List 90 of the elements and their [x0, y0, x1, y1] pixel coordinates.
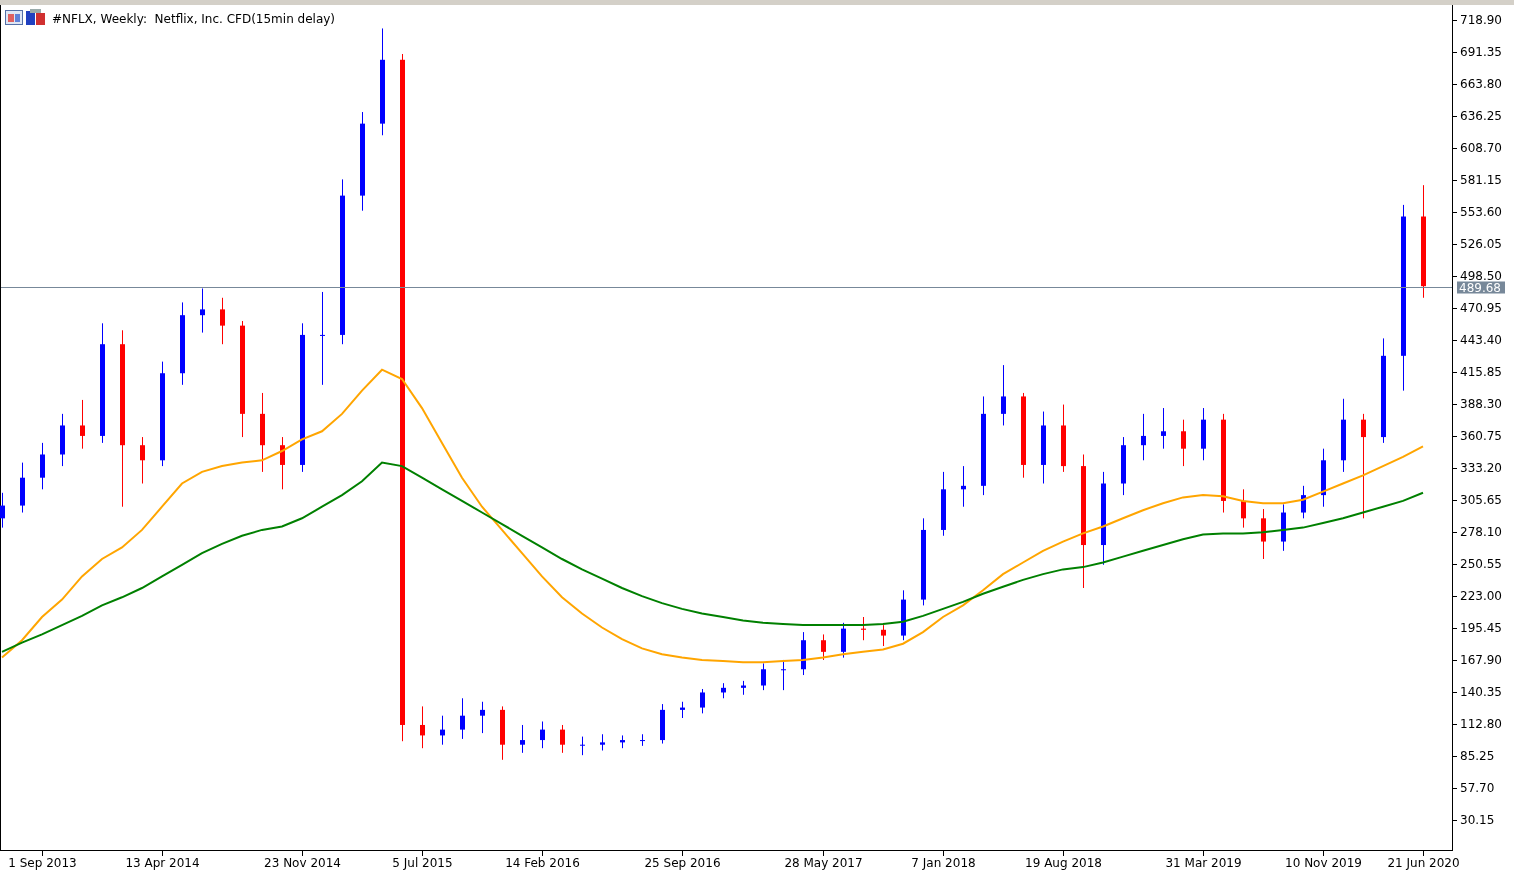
axis-label: 31 Mar 2019 — [1165, 856, 1242, 870]
axis-label: 470.95 — [1460, 300, 1502, 315]
candlestick — [20, 462, 25, 514]
axis-label: 663.80 — [1460, 76, 1502, 91]
candlestick — [961, 465, 966, 508]
candlestick — [220, 297, 225, 345]
candlestick — [80, 399, 85, 450]
candlestick — [480, 701, 485, 734]
candlestick — [60, 413, 65, 467]
candlestick — [560, 724, 565, 754]
axis-label: 581.15 — [1460, 172, 1502, 187]
axis-label: 28 May 2017 — [784, 856, 863, 870]
candlestick — [40, 442, 45, 490]
candlestick — [440, 715, 445, 746]
axis-label: 23 Nov 2014 — [264, 856, 341, 870]
axis-label: 553.60 — [1460, 204, 1502, 219]
axis-label: 167.90 — [1460, 652, 1502, 667]
axis-label: 360.75 — [1460, 428, 1502, 443]
candlestick — [660, 703, 665, 745]
candlestick — [620, 734, 625, 749]
axis-label: 388.30 — [1460, 396, 1502, 411]
axis-label: 333.20 — [1460, 460, 1502, 475]
axis-label: 498.50 — [1460, 268, 1502, 283]
candlestick — [140, 436, 145, 484]
candlestick — [841, 622, 846, 659]
candlestick — [1201, 407, 1206, 461]
candlestick — [1261, 508, 1266, 560]
candlestick — [200, 288, 205, 334]
axis-label: 10 Nov 2019 — [1285, 856, 1362, 870]
candlestick — [861, 616, 866, 641]
axis-label: 25 Sep 2016 — [644, 856, 721, 870]
axis-label: 195.45 — [1460, 620, 1502, 635]
candlestick — [640, 733, 645, 747]
candlestick — [700, 688, 705, 714]
candlestick — [540, 721, 545, 749]
candlestick — [1061, 404, 1066, 473]
candlestick — [1001, 364, 1006, 426]
candlestick — [821, 633, 826, 661]
candlestick — [0, 492, 5, 529]
candlestick — [761, 662, 766, 691]
candlestick — [1141, 413, 1146, 461]
candlestick — [1301, 485, 1306, 519]
axis-label: 636.25 — [1460, 108, 1502, 123]
candlestick — [801, 631, 806, 676]
candlestick — [580, 736, 585, 756]
candlestick — [1241, 488, 1246, 529]
candlestick — [500, 705, 505, 761]
price-label: 489.68 — [1457, 280, 1505, 295]
axis-label: 691.35 — [1460, 44, 1502, 59]
chart-title: #NFLX, Weekly: Netflix, Inc. CFD(15min delay) — [52, 12, 336, 26]
axis-label: 19 Aug 2018 — [1025, 856, 1102, 870]
axis-label: 250.55 — [1460, 556, 1502, 571]
axis-label: 7 Jan 2018 — [911, 856, 976, 870]
candlestick — [600, 733, 605, 751]
candlestick — [520, 724, 525, 754]
axis-label: 718.90 — [1460, 12, 1502, 27]
axis-label: 5 Jul 2015 — [392, 856, 453, 870]
axis-label: 112.80 — [1460, 716, 1502, 731]
axis-label: 13 Apr 2014 — [125, 856, 200, 870]
candlestick — [680, 701, 685, 719]
candlestick — [941, 471, 946, 537]
candlestick — [781, 659, 786, 691]
candlestick — [1321, 448, 1326, 508]
axis-label: 526.05 — [1460, 236, 1502, 251]
chart-icon — [26, 9, 45, 25]
axis-label: 21 Jun 2020 — [1387, 856, 1460, 870]
axis-label: 305.65 — [1460, 492, 1502, 507]
axis-label: 85.25 — [1460, 748, 1495, 763]
candlestick — [460, 697, 465, 740]
axis-label: 14 Feb 2016 — [505, 856, 580, 870]
axis-label: 140.35 — [1460, 684, 1502, 699]
candlestick — [420, 705, 425, 749]
axis-label: 443.40 — [1460, 332, 1502, 347]
axis-label: 278.10 — [1460, 524, 1502, 539]
candlestick — [280, 436, 285, 490]
candlestick — [741, 680, 746, 696]
candlestick — [881, 624, 886, 647]
candlestick — [1181, 419, 1186, 467]
candlestick — [721, 682, 726, 699]
window-icon — [5, 10, 23, 25]
axis-label: 223.00 — [1460, 588, 1502, 603]
axis-label: 608.70 — [1460, 140, 1502, 155]
axis-label: 57.70 — [1460, 780, 1495, 795]
candlestick — [901, 589, 906, 641]
candlestick — [1161, 407, 1166, 450]
candlestick — [1281, 503, 1286, 552]
axis-label: 415.85 — [1460, 364, 1502, 379]
axis-label: 30.15 — [1460, 812, 1495, 827]
axis-label: 1 Sep 2013 — [8, 856, 77, 870]
candlestick — [1121, 436, 1126, 496]
